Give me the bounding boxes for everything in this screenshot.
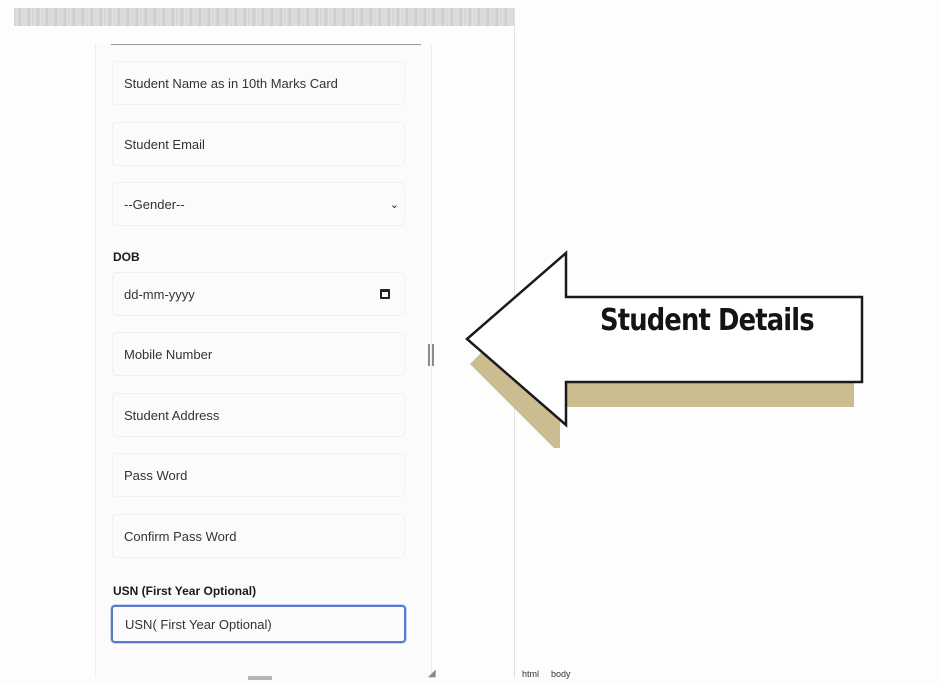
student-email-input[interactable]: Student Email <box>111 121 406 167</box>
bottom-drag-handle[interactable] <box>248 676 272 680</box>
left-arrow-shape <box>465 250 864 454</box>
gender-selected-value: --Gender-- <box>124 196 185 212</box>
breadcrumb-body[interactable]: body <box>551 669 571 679</box>
student-name-input[interactable]: Student Name as in 10th Marks Card <box>111 60 406 106</box>
student-address-placeholder: Student Address <box>124 407 220 423</box>
mobile-number-input[interactable]: Mobile Number <box>111 331 406 377</box>
resize-grip-icon[interactable]: ◢ <box>428 668 436 679</box>
breadcrumb-html[interactable]: html <box>522 669 539 679</box>
screenshot-page: Student Name as in 10th Marks Card Stude… <box>0 0 939 683</box>
confirm-password-placeholder: Confirm Pass Word <box>124 528 237 544</box>
password-input[interactable]: Pass Word <box>111 452 406 498</box>
confirm-password-input[interactable]: Confirm Pass Word <box>111 513 406 559</box>
usn-label: USN (First Year Optional) <box>113 584 257 598</box>
dob-label: DOB <box>113 250 140 264</box>
chevron-down-icon: ⌄ <box>389 198 399 211</box>
scrollbar-handle[interactable] <box>428 344 434 366</box>
student-email-placeholder: Student Email <box>124 136 205 152</box>
dom-breadcrumb: html body <box>522 669 571 679</box>
calendar-icon[interactable] <box>380 289 390 299</box>
student-details-callout: Student Details <box>462 248 872 454</box>
dob-placeholder: dd-mm-yyyy <box>124 286 195 302</box>
gender-select[interactable]: --Gender-- ⌄ <box>111 181 406 227</box>
student-address-input[interactable]: Student Address <box>111 392 406 438</box>
student-details-label: Student Details <box>600 303 815 338</box>
dob-date-input[interactable]: dd-mm-yyyy <box>111 271 406 317</box>
usn-input[interactable]: USN( First Year Optional) <box>111 605 406 643</box>
panel-top-border <box>111 44 421 45</box>
usn-placeholder: USN( First Year Optional) <box>125 616 272 632</box>
student-name-placeholder: Student Name as in 10th Marks Card <box>124 75 338 91</box>
password-placeholder: Pass Word <box>124 467 188 483</box>
blurred-top-strip <box>14 8 514 26</box>
mobile-number-placeholder: Mobile Number <box>124 346 213 362</box>
